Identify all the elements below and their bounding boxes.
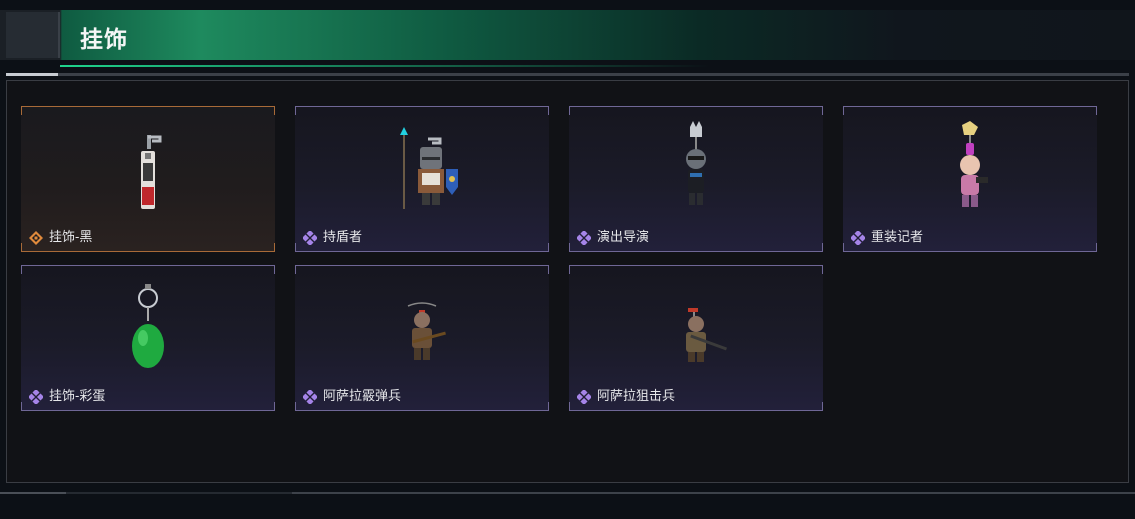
footer-divider-left <box>0 492 66 494</box>
item-card-easter-egg[interactable]: 挂饰-彩蛋 <box>21 265 275 411</box>
header-bar: 挂饰 <box>0 10 1135 67</box>
item-card-show-director[interactable]: 演出导演 <box>569 106 823 252</box>
rare-rarity-icon <box>577 231 591 245</box>
tab-indicator <box>6 73 58 76</box>
item-card-shield-bearer[interactable]: 持盾者 <box>295 106 549 252</box>
item-card-heavy-reporter[interactable]: 重装记者 <box>843 106 1097 252</box>
tab-track <box>6 73 1129 76</box>
item-label: 阿萨拉霰弹兵 <box>323 388 402 403</box>
item-label: 挂饰-黑 <box>49 229 93 244</box>
header-accent-line <box>60 65 710 67</box>
keychain-tag-icon <box>141 135 162 209</box>
rare-rarity-icon <box>29 390 43 404</box>
item-card-keychain-black[interactable]: 挂饰-黑 <box>21 106 275 252</box>
rare-rarity-icon <box>303 390 317 404</box>
footer-divider-right <box>292 492 1135 494</box>
rare-rarity-icon <box>851 231 865 245</box>
sniper-figure-icon <box>686 308 728 362</box>
item-label: 重装记者 <box>871 229 924 244</box>
shotgunner-figure-icon <box>407 302 446 360</box>
back-button[interactable] <box>6 12 60 58</box>
reporter-figure-icon <box>960 121 988 207</box>
item-label: 阿萨拉狙击兵 <box>597 388 676 403</box>
page-title: 挂饰 <box>80 26 128 52</box>
rare-rarity-icon <box>577 390 591 404</box>
item-label: 演出导演 <box>597 229 650 244</box>
item-card-asara-sniper[interactable]: 阿萨拉狙击兵 <box>569 265 823 411</box>
item-label: 持盾者 <box>323 229 363 244</box>
item-label: 挂饰-彩蛋 <box>49 388 106 403</box>
legendary-rarity-icon <box>29 231 43 245</box>
shield-knight-icon <box>400 127 458 209</box>
rare-rarity-icon <box>303 231 317 245</box>
item-card-asara-shotgunner[interactable]: 阿萨拉霰弹兵 <box>295 265 549 411</box>
director-figure-icon <box>686 121 706 205</box>
green-egg-icon <box>132 284 164 368</box>
